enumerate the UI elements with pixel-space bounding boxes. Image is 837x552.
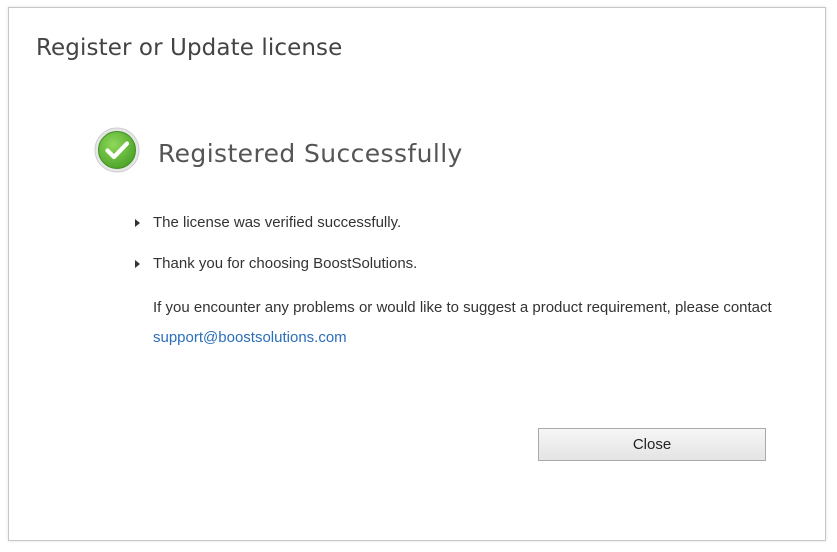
help-text: If you encounter any problems or would l… — [153, 293, 793, 353]
license-dialog: Register or Update license Registered Su… — [8, 7, 826, 541]
message-text: The license was verified successfully. — [153, 214, 402, 231]
checkmark-circle-icon — [94, 127, 140, 173]
success-heading: Registered Successfully — [158, 139, 463, 168]
message-item: The license was verified successfully. — [135, 214, 401, 231]
message-item: Thank you for choosing BoostSolutions. — [135, 255, 417, 272]
support-email-link[interactable]: support@boostsolutions.com — [153, 329, 347, 346]
triangle-right-icon — [135, 218, 140, 227]
triangle-right-icon — [135, 259, 140, 268]
message-text: Thank you for choosing BoostSolutions. — [153, 255, 418, 272]
help-message: If you encounter any problems or would l… — [153, 299, 772, 316]
dialog-title: Register or Update license — [36, 35, 343, 61]
close-button[interactable]: Close — [538, 428, 766, 461]
